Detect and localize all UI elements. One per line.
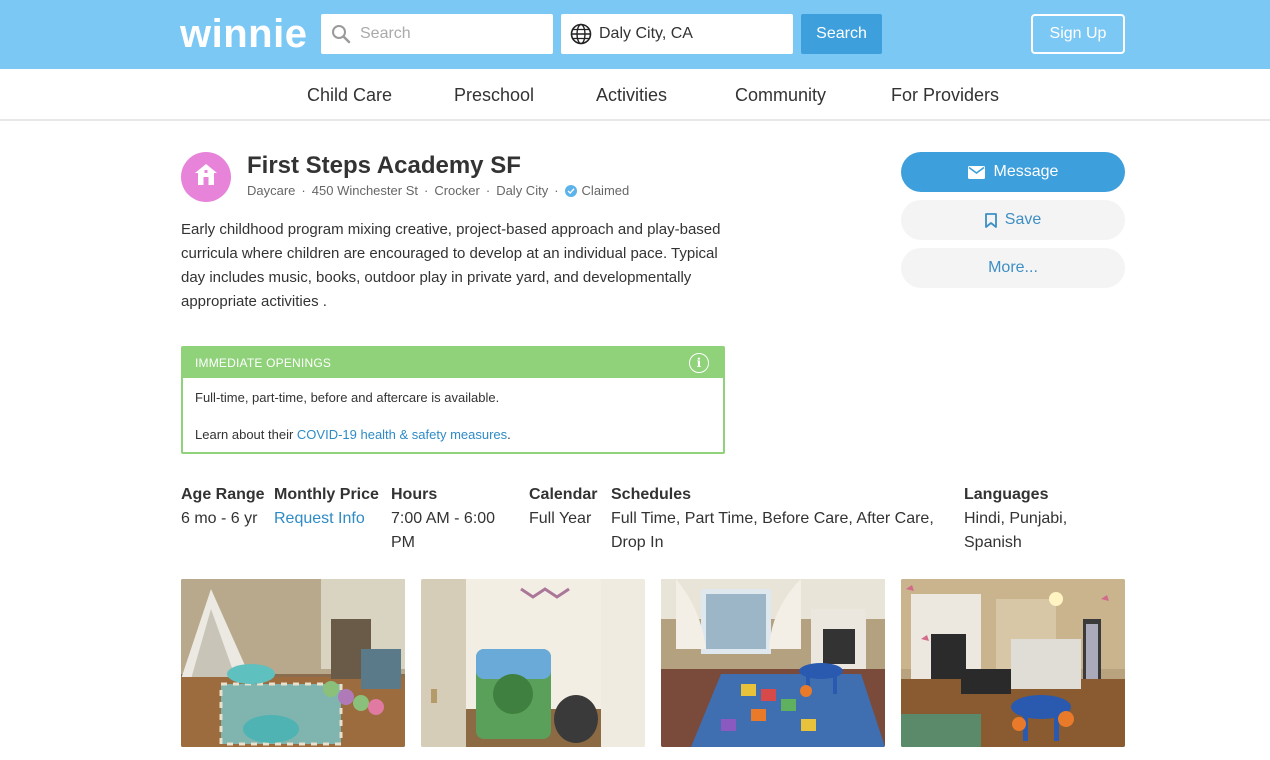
covid-link[interactable]: COVID-19 health & safety measures xyxy=(297,427,507,442)
hours-label: Hours xyxy=(391,486,438,503)
listing-description: Early childhood program mixing creative,… xyxy=(181,221,721,310)
schedules-value: Full Time, Part Time, Before Care, After… xyxy=(611,510,934,551)
top-header: winnie Search Sign Up xyxy=(0,0,1270,69)
photo-1[interactable] xyxy=(181,579,405,747)
hours: Hours 7:00 AM - 6:00 PM xyxy=(391,485,511,555)
claimed-badge: Claimed xyxy=(581,183,630,198)
listing-city: Daly City xyxy=(496,183,549,198)
monthly-price-label: Monthly Price xyxy=(274,486,379,503)
hours-value: 7:00 AM - 6:00 PM xyxy=(391,510,496,551)
calendar-label: Calendar xyxy=(529,486,598,503)
immediate-openings-box: IMMEDIATE OPENINGS i Full-time, part-tim… xyxy=(181,346,725,454)
monthly-price: Monthly Price Request Info xyxy=(274,485,384,531)
languages: Languages Hindi, Punjabi, Spanish xyxy=(964,485,1094,555)
search-field[interactable] xyxy=(321,14,553,54)
main-nav: Child Care Preschool Activities Communit… xyxy=(0,69,1270,121)
listing-meta: Daycare · 450 Winchester St · Crocker · … xyxy=(247,183,630,198)
sign-up-button[interactable]: Sign Up xyxy=(1031,14,1125,54)
nav-child-care[interactable]: Child Care xyxy=(307,84,392,106)
photo-4[interactable] xyxy=(901,579,1125,747)
calendar-value: Full Year xyxy=(529,510,592,527)
languages-value: Hindi, Punjabi, Spanish xyxy=(964,510,1068,551)
search-icon xyxy=(330,23,352,45)
age-range-value: 6 mo - 6 yr xyxy=(181,510,258,527)
nav-activities[interactable]: Activities xyxy=(596,84,667,106)
schedules-label: Schedules xyxy=(611,486,692,503)
photo-2[interactable] xyxy=(421,579,645,747)
listing-address: 450 Winchester St xyxy=(311,183,418,198)
request-info-link[interactable]: Request Info xyxy=(274,507,384,531)
covid-info: Learn about their COVID-19 health & safe… xyxy=(195,427,511,442)
openings-title: IMMEDIATE OPENINGS xyxy=(195,356,332,370)
photo-3[interactable] xyxy=(661,579,885,747)
nav-for-providers[interactable]: For Providers xyxy=(891,84,999,106)
save-button[interactable]: Save xyxy=(901,200,1125,240)
location-input[interactable] xyxy=(599,25,779,43)
listing-title: First Steps Academy SF xyxy=(247,152,521,179)
more-button[interactable]: More... xyxy=(901,248,1125,288)
listing-neighborhood: Crocker xyxy=(434,183,480,198)
languages-label: Languages xyxy=(964,486,1049,503)
envelope-icon xyxy=(967,165,985,179)
bookmark-icon xyxy=(984,212,997,228)
info-icon[interactable]: i xyxy=(689,353,709,373)
winnie-logo[interactable]: winnie xyxy=(180,11,307,57)
nav-community[interactable]: Community xyxy=(735,84,826,106)
location-field[interactable] xyxy=(561,14,793,54)
verified-check-icon xyxy=(564,185,577,197)
message-button[interactable]: Message xyxy=(901,152,1125,192)
age-range: Age Range 6 mo - 6 yr xyxy=(181,485,266,531)
save-label: Save xyxy=(1004,211,1042,228)
message-label: Message xyxy=(993,163,1059,180)
openings-header: IMMEDIATE OPENINGS i xyxy=(183,348,723,378)
listing-type: Daycare xyxy=(247,183,296,198)
schedules: Schedules Full Time, Part Time, Before C… xyxy=(611,485,941,555)
openings-text: Full-time, part-time, before and afterca… xyxy=(195,390,500,405)
nav-preschool[interactable]: Preschool xyxy=(454,84,534,106)
calendar: Calendar Full Year xyxy=(529,485,609,531)
age-range-label: Age Range xyxy=(181,486,265,503)
globe-icon xyxy=(569,22,593,46)
search-input[interactable] xyxy=(360,25,540,43)
search-button[interactable]: Search xyxy=(801,14,882,54)
provider-avatar xyxy=(181,152,231,202)
schoolhouse-icon xyxy=(193,162,219,193)
